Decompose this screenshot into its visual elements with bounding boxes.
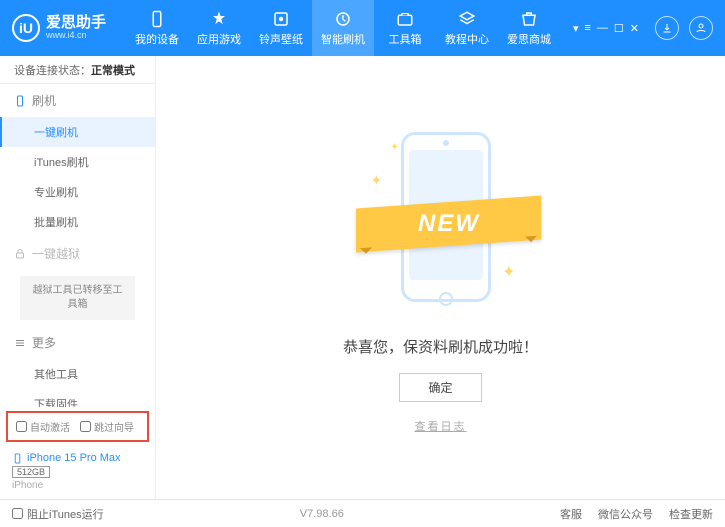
sidebar-item-flash-1[interactable]: iTunes刷机 [0,147,155,177]
device-status: 设备连接状态：正常模式 [0,56,155,84]
version-label: V7.98.66 [300,508,344,520]
nav-tab-1[interactable]: 应用游戏 [188,0,250,56]
sidebar-item-flash-2[interactable]: 专业刷机 [0,177,155,207]
flash-options-highlight: 自动激活 跳过向导 [6,411,149,442]
user-button[interactable] [689,16,713,40]
menu-icon[interactable]: ▾ [573,22,579,35]
app-logo: iU 爱思助手 www.i4.cn [12,14,106,42]
sidebar-item-flash-3[interactable]: 批量刷机 [0,207,155,237]
logo-mark: iU [12,14,40,42]
app-title: 爱思助手 [46,15,106,32]
device-name[interactable]: iPhone 15 Pro Max [12,452,143,464]
sidebar-item-flash-0[interactable]: 一键刷机 [0,117,155,147]
minimize-icon[interactable]: — [597,22,608,35]
section-jailbreak: 一键越狱 [0,237,155,270]
device-type: iPhone [12,480,143,491]
maximize-icon[interactable]: ☐ [614,22,624,35]
nav-tab-3[interactable]: 智能刷机 [312,0,374,56]
footer-link-1[interactable]: 微信公众号 [598,506,653,522]
footer-link-0[interactable]: 客服 [560,506,582,522]
section-more: 更多 [0,326,155,359]
sidebar-item-more-0[interactable]: 其他工具 [0,359,155,389]
view-log-link[interactable]: 查看日志 [415,418,467,434]
sidebar-item-more-1[interactable]: 下载固件 [0,389,155,407]
download-button[interactable] [655,16,679,40]
tray-icon[interactable]: ≡ [584,22,590,35]
block-itunes-checkbox[interactable]: 阻止iTunes运行 [12,506,104,522]
nav-tab-5[interactable]: 教程中心 [436,0,498,56]
ok-button[interactable]: 确定 [399,373,481,402]
nav-tab-0[interactable]: 我的设备 [126,0,188,56]
auto-activate-checkbox[interactable]: 自动激活 [16,419,70,434]
app-url: www.i4.cn [46,31,106,41]
success-illustration: ✦✦✦ NEW [361,122,521,322]
close-icon[interactable]: ✕ [630,22,639,35]
nav-tab-2[interactable]: 铃声壁纸 [250,0,312,56]
footer-link-2[interactable]: 检查更新 [669,506,713,522]
skip-guide-checkbox[interactable]: 跳过向导 [80,419,134,434]
nav-tab-4[interactable]: 工具箱 [374,0,436,56]
jailbreak-notice: 越狱工具已转移至工具箱 [20,276,135,320]
section-flash: 刷机 [0,84,155,117]
device-storage: 512GB [12,466,50,478]
success-message: 恭喜您，保资料刷机成功啦！ [343,336,538,357]
nav-tab-6[interactable]: 爱思商城 [498,0,560,56]
